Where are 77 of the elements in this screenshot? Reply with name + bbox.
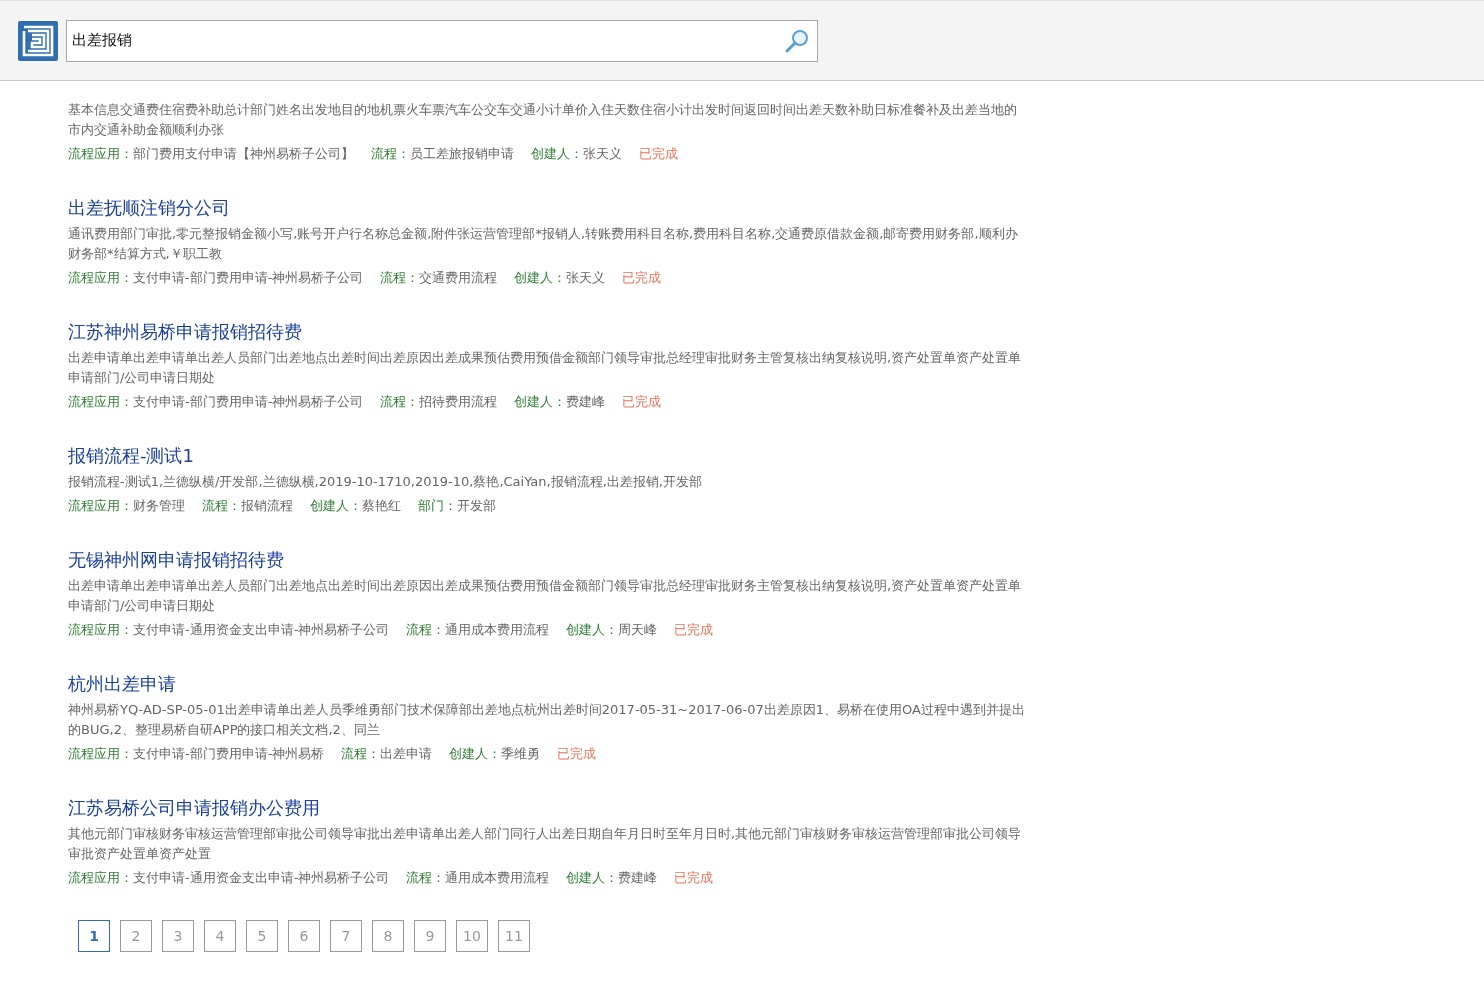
meta-label: 创建人： — [449, 745, 502, 763]
page-button[interactable]: 10 — [456, 920, 488, 952]
meta-label: 流程： — [406, 869, 446, 887]
meta-value: 费建峰 — [618, 869, 658, 887]
page-button[interactable]: 4 — [204, 920, 236, 952]
meta-value: 蔡艳红 — [362, 497, 401, 515]
result-description: 报销流程-测试1,兰德纵横/开发部,兰德纵横,2019-10-1710,2019-10,蔡艳,CaiYan,报销流程,出差报销,开发部 — [68, 473, 703, 491]
page-button[interactable]: 5 — [246, 920, 278, 952]
meta-label: 创建人： — [566, 869, 619, 887]
meta-value: 支付申请-通用资金支出申请-神州易桥子公司 — [133, 869, 390, 887]
meta-label: 流程应用： — [68, 745, 133, 763]
meta-label: 部门： — [418, 497, 457, 515]
meta-label: 创建人： — [566, 621, 619, 639]
meta-label: 创建人： — [514, 269, 567, 287]
result-description: 其他元部门审核财务审核运营管理部审批公司领导审批出差申请单出差人部门同行人出差日期自年月日时至年月日时,其他元部门审核财务审核运营管理部审批公司领导审批资产处置单资产处置 — [68, 825, 1023, 863]
meta-value: 支付申请-通用资金支出申请-神州易桥子公司 — [133, 621, 390, 639]
meta-label: 流程： — [202, 497, 241, 515]
meta-value: 交通费用流程 — [419, 269, 498, 287]
meta-value: 部门费用支付申请【神州易桥子公司】 — [133, 145, 354, 163]
page-button[interactable]: 3 — [162, 920, 194, 952]
meta-label: 流程： — [341, 745, 381, 763]
meta-value: 报销流程 — [241, 497, 293, 515]
page-button[interactable]: 2 — [120, 920, 152, 952]
meta-label: 流程： — [380, 393, 420, 411]
search-field[interactable]: 出差报销 — [66, 19, 818, 62]
meta-label: 流程应用： — [68, 145, 133, 163]
meta-value: 通用成本费用流程 — [445, 621, 550, 639]
meta-value: 张天义 — [566, 269, 606, 287]
meta-value: 费建峰 — [566, 393, 606, 411]
meta-value: 支付申请-部门费用申请-神州易桥子公司 — [133, 269, 364, 287]
status-text: 已完成 — [622, 269, 662, 287]
meta-label: 流程： — [380, 269, 420, 287]
meta-value: 周天峰 — [618, 621, 658, 639]
result-description: 基本信息交通费住宿费补助总计部门姓名出发地目的地机票火车票汽车公交车交通小计单价入住天数住宿小计出发时间返回时间出差天数补助日标准餐补及出差当地的市内交通补助金额顺利办张 — [68, 101, 1018, 139]
meta-label: 创建人： — [531, 145, 583, 163]
page-button[interactable]: 9 — [414, 920, 446, 952]
result-title-link[interactable]: 江苏易桥公司申请报销办公费用 — [68, 796, 320, 820]
page-button[interactable]: 7 — [330, 920, 362, 952]
meta-value: 出差申请 — [380, 745, 433, 763]
meta-value: 支付申请-部门费用申请-神州易桥 — [133, 745, 325, 763]
meta-value: 员工差旅报销申请 — [410, 145, 514, 163]
meta-label: 流程应用： — [68, 497, 133, 515]
page-button[interactable]: 6 — [288, 920, 320, 952]
result-description: 通讯费用部门审批,零元整报销金额小写,账号开户行名称总金额,附件张运营管理部*报销人,转账费用科目名称,费用科目名称,交通费原借款金额,邮寄费用财务部,顺利办财务部*结算方式,￥职工教 — [68, 225, 1019, 263]
meta-label: 创建人： — [514, 393, 567, 411]
meta-label: 创建人： — [310, 497, 362, 515]
meta-label: 流程应用： — [68, 869, 133, 887]
result-title-link[interactable]: 杭州出差申请 — [68, 672, 176, 696]
meta-value: 支付申请-部门费用申请-神州易桥子公司 — [133, 393, 364, 411]
result-description: 出差申请单出差申请单出差人员部门出差地点出差时间出差原因出差成果预估费用预借金额部门领导审批总经理审批财务主管复核出纳复核说明,资产处置单资产处置单申请部门/公司申请日期处 — [68, 577, 1023, 615]
meta-value: 招待费用流程 — [419, 393, 498, 411]
meta-label: 流程应用： — [68, 621, 133, 639]
status-text: 已完成 — [674, 621, 714, 639]
status-text: 已完成 — [622, 393, 662, 411]
meta-label: 流程应用： — [68, 269, 133, 287]
result-title-link[interactable]: 报销流程-测试1 — [68, 444, 194, 468]
result-title-link[interactable]: 江苏神州易桥申请报销招待费 — [68, 320, 302, 344]
meta-label: 流程应用： — [68, 393, 133, 411]
meta-value: 通用成本费用流程 — [445, 869, 550, 887]
status-text: 已完成 — [674, 869, 714, 887]
meta-label: 流程： — [371, 145, 410, 163]
search-icon[interactable] — [784, 27, 810, 54]
result-title-link[interactable]: 出差抚顺注销分公司 — [68, 196, 230, 220]
result-description: 神州易桥YQ-AD-SP-05-01出差申请单出差人员季维勇部门技术保障部出差地点杭州出差时间2017-05-31~2017-06-07出差原因1、易桥在使用OA过程中遇到并提出的BUG,2、整理易桥自研APP的接口相关文档,2、同兰 — [68, 701, 1026, 739]
meta-label: 流程： — [406, 621, 446, 639]
page-button[interactable]: 8 — [372, 920, 404, 952]
logo-icon — [18, 20, 58, 61]
page-button[interactable]: 1 — [78, 920, 110, 952]
result-title-link[interactable]: 无锡神州网申请报销招待费 — [68, 548, 284, 572]
page-button[interactable]: 11 — [498, 920, 530, 952]
status-text: 已完成 — [557, 745, 597, 763]
meta-value: 财务管理 — [133, 497, 185, 515]
result-description: 出差申请单出差申请单出差人员部门出差地点出差时间出差原因出差成果预估费用预借金额部门领导审批总经理审批财务主管复核出纳复核说明,资产处置单资产处置单申请部门/公司申请日期处 — [68, 349, 1023, 387]
meta-value: 张天义 — [583, 145, 622, 163]
meta-value: 季维勇 — [501, 745, 541, 763]
status-text: 已完成 — [639, 145, 678, 163]
meta-value: 开发部 — [457, 497, 496, 515]
